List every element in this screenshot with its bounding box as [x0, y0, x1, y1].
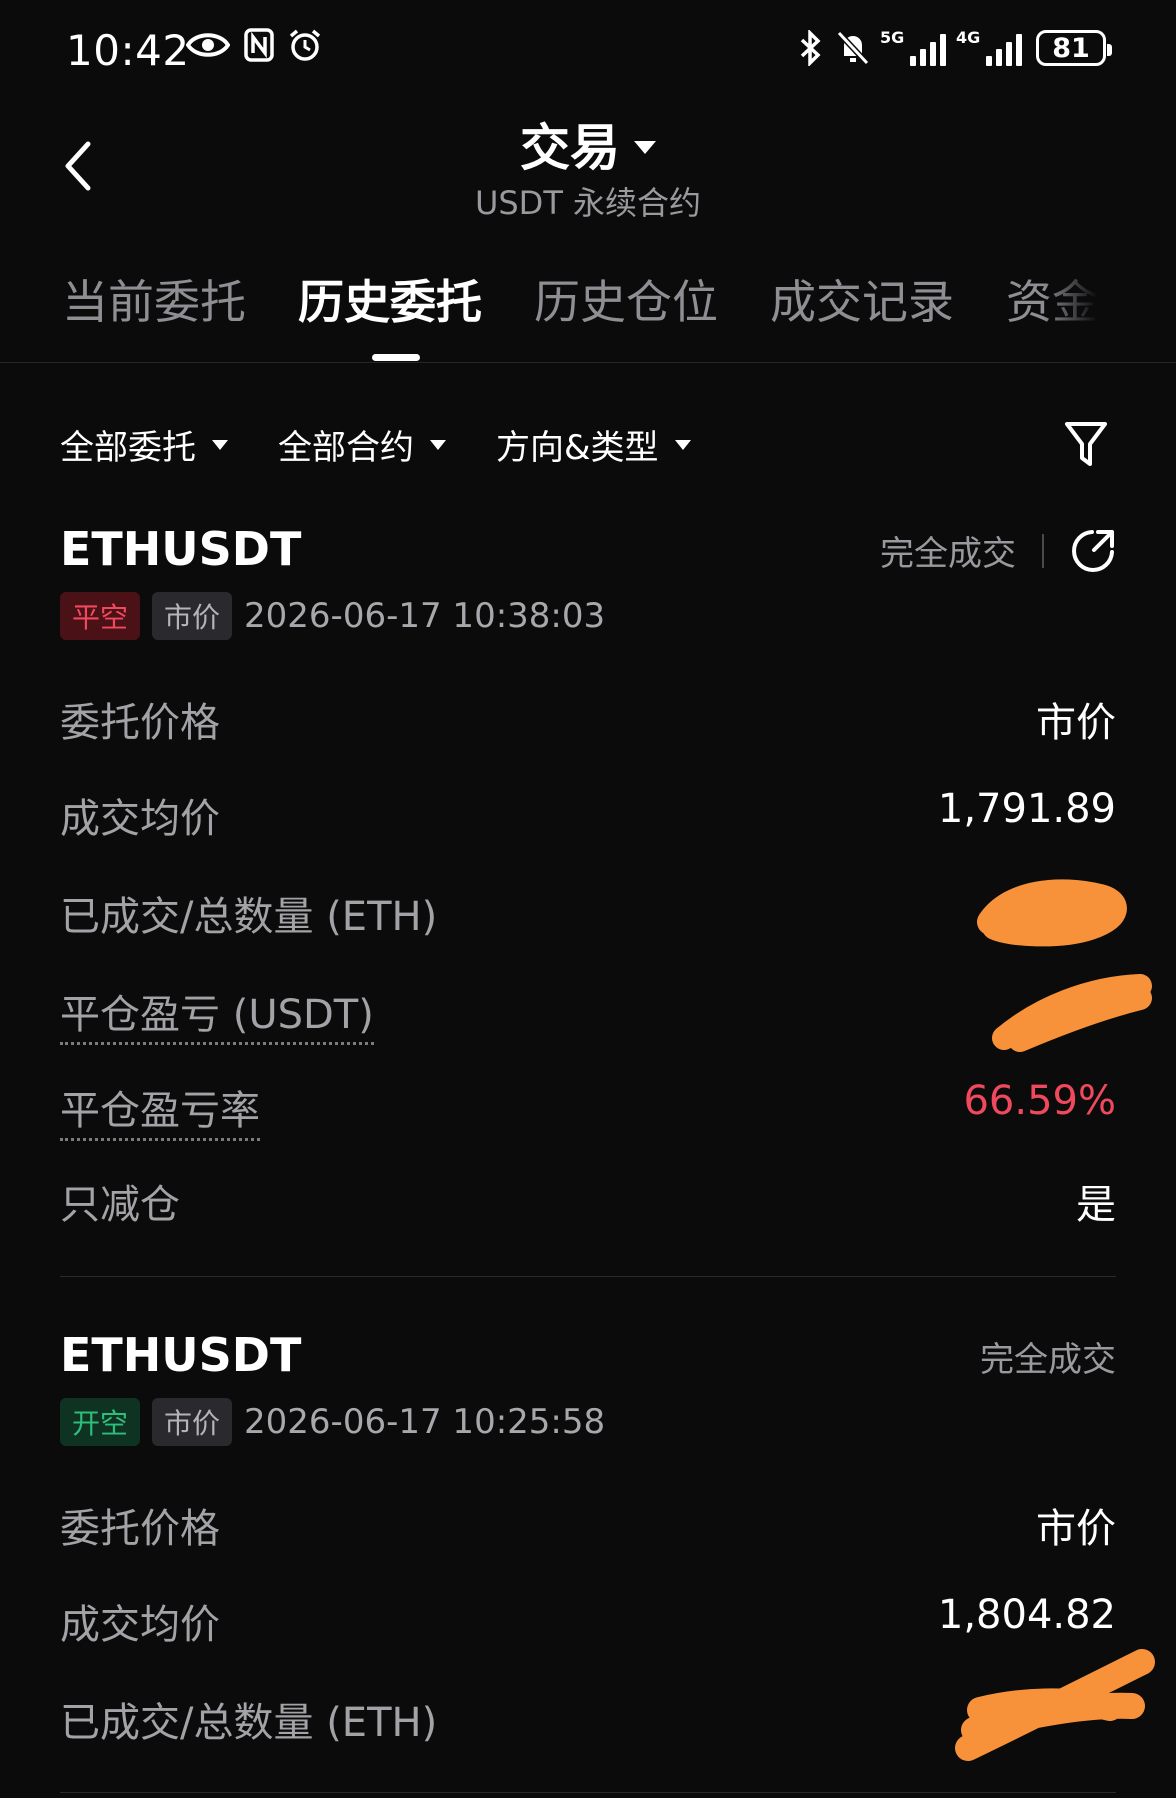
row-value: 市价	[1036, 700, 1116, 746]
tab-divider	[0, 362, 1176, 363]
order-time: 2026-06-17 10:25:58	[244, 1402, 606, 1442]
filter-contract[interactable]: 全部合约	[278, 420, 446, 469]
alarm-icon	[289, 29, 321, 61]
row-label: 已成交/总数量 (ETH)	[60, 894, 438, 940]
signal-4g-icon: 4G	[956, 28, 1022, 66]
status-icons-right: 5G 4G 81	[798, 28, 1112, 66]
type-tag: 市价	[152, 592, 233, 640]
tab-trade-records[interactable]: 成交记录	[770, 266, 954, 332]
row-label: 已成交/总数量 (ETH)	[60, 1700, 438, 1746]
order-tags: 平空 市价 2026-06-17 10:38:03	[60, 592, 605, 640]
funnel-filter-icon[interactable]	[1064, 420, 1108, 470]
status-icons-left	[186, 28, 322, 62]
tab-funds[interactable]: 资金	[1006, 266, 1098, 332]
battery-icon: 81	[1036, 30, 1112, 66]
side-tag: 开空	[60, 1398, 141, 1446]
header-subtitle: USDT 永续合约	[474, 184, 702, 222]
filter-direction-type[interactable]: 方向&类型	[496, 420, 691, 469]
divider	[1042, 533, 1044, 568]
tab-order-history[interactable]: 历史委托	[298, 266, 482, 332]
tab-current-orders[interactable]: 当前委托	[62, 266, 246, 332]
order-status-group: 完全成交	[880, 526, 1116, 575]
order-tags: 开空 市价 2026-06-17 10:25:58	[60, 1398, 605, 1446]
tab-position-history[interactable]: 历史仓位	[534, 266, 718, 332]
row-label-tooltip[interactable]: 平仓盈亏 (USDT)	[60, 982, 374, 1045]
order-card-header: ETHUSDT 完全成交	[60, 1328, 1116, 1390]
order-state: 完全成交	[980, 1340, 1116, 1380]
row-label: 只减仓	[60, 1182, 180, 1228]
redaction-mark	[992, 974, 1152, 1052]
row-value: 66.59%	[963, 1078, 1116, 1124]
type-tag: 市价	[152, 1398, 233, 1446]
battery-level: 81	[1052, 32, 1090, 64]
filter-label: 全部合约	[278, 428, 414, 468]
row-label: 成交均价	[60, 1602, 220, 1648]
tab-indicator	[372, 354, 420, 361]
row-value: 市价	[1036, 1506, 1116, 1552]
chevron-down-icon	[212, 439, 228, 450]
eye-icon	[186, 33, 230, 57]
redaction-mark	[977, 879, 1127, 947]
order-divider	[60, 1276, 1116, 1277]
filter-label: 全部委托	[60, 428, 196, 468]
order-divider	[60, 1792, 1116, 1793]
filter-bar: 全部委托 全部合约 方向&类型	[60, 420, 691, 469]
row-label: 委托价格	[60, 1506, 220, 1552]
header-title-text: 交易	[520, 119, 620, 177]
row-value: 1,791.89	[937, 786, 1116, 832]
order-symbol: ETHUSDT	[60, 1328, 302, 1382]
status-time: 10:42	[66, 26, 190, 75]
row-label: 委托价格	[60, 700, 220, 746]
chevron-down-icon	[430, 439, 446, 450]
chevron-down-icon	[634, 140, 656, 154]
signal-5g-icon: 5G	[880, 28, 946, 66]
filter-label: 方向&类型	[496, 428, 659, 468]
nfc-icon	[244, 28, 274, 62]
order-card-header: ETHUSDT 完全成交	[60, 522, 1116, 584]
header-title[interactable]: 交易	[520, 108, 656, 180]
redaction-mark	[955, 1649, 1155, 1761]
header-title-wrap[interactable]: 交易	[0, 108, 1176, 180]
row-value: 是	[1076, 1182, 1116, 1228]
tab-bar: 当前委托 历史委托 历史仓位 成交记录 资金	[62, 266, 1098, 332]
net2-label: 4G	[956, 28, 981, 47]
order-state: 完全成交	[880, 534, 1016, 574]
bluetooth-icon	[800, 30, 821, 66]
row-label: 成交均价	[60, 796, 220, 842]
row-label-tooltip[interactable]: 平仓盈亏率	[60, 1078, 260, 1141]
order-time: 2026-06-17 10:38:03	[244, 596, 606, 636]
net1-label: 5G	[880, 28, 905, 47]
filter-order-type[interactable]: 全部委托	[60, 420, 228, 469]
order-symbol: ETHUSDT	[60, 522, 302, 576]
mute-icon	[836, 30, 870, 66]
side-tag: 平空	[60, 592, 141, 640]
chevron-down-icon	[674, 439, 691, 450]
share-icon[interactable]	[1070, 528, 1116, 574]
row-value: 1,804.82	[937, 1592, 1116, 1638]
